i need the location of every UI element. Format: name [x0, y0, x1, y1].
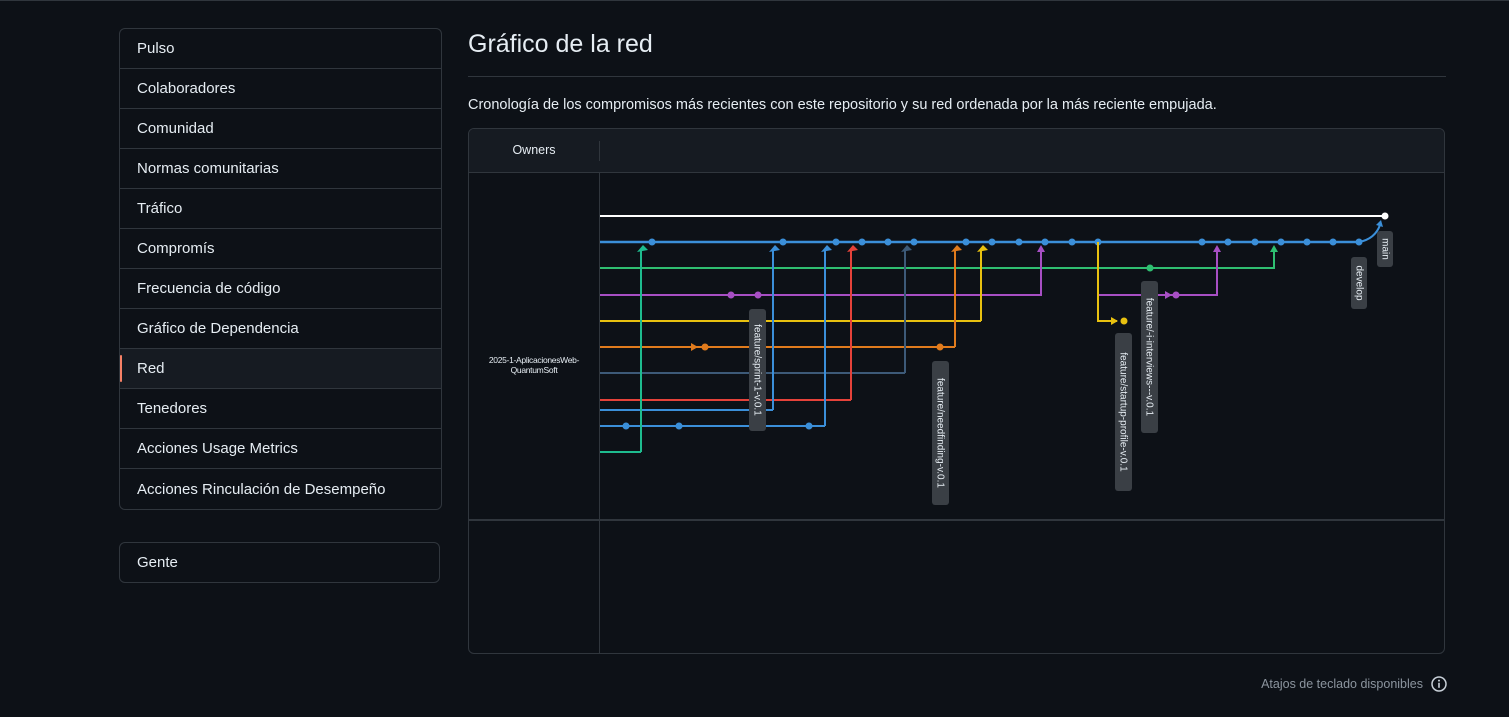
menu-item-pulso[interactable]: Pulso [120, 29, 441, 69]
branch-orange [600, 245, 962, 351]
branch-main [600, 212, 1389, 220]
keyboard-shortcuts[interactable]: Atajos de teclado disponibles [1261, 676, 1447, 692]
menu-item-frecuencia-codigo[interactable]: Frecuencia de código [120, 269, 441, 309]
info-icon[interactable] [1431, 676, 1447, 692]
branch-purple [600, 242, 1221, 299]
network-graph[interactable]: Owners 2025-1-AplicacionesWeb-QuantumSof… [468, 128, 1445, 654]
tag-sprint[interactable]: feature/sprint-1-v.0.1 [749, 309, 766, 431]
menu-item-acciones-rinculacion[interactable]: Acciones Rinculación de Desempeño [120, 469, 441, 509]
menu-item-compromis[interactable]: Compromís [120, 229, 441, 269]
title-divider [468, 76, 1446, 77]
page-description: Cronología de los compromisos más recien… [468, 97, 1217, 113]
branch-graph: main develop feature/sprint-1-v.0.1 feat… [600, 212, 1393, 505]
tag-main[interactable]: main [1377, 231, 1393, 267]
insights-menu: Pulso Colaboradores Comunidad Normas com… [119, 28, 442, 510]
menu-item-tenedores[interactable]: Tenedores [120, 389, 441, 429]
menu-item-acciones-usage-metrics[interactable]: Acciones Usage Metrics [120, 429, 441, 469]
tag-needfinding-text: feature/needfinding-v.0.1 [934, 378, 945, 488]
menu-item-grafico-dependencia[interactable]: Gráfico de Dependencia [120, 309, 441, 349]
tag-startup[interactable]: feature/startup-profile-v.0.1 [1115, 333, 1132, 491]
branch-green [600, 245, 1278, 272]
tag-main-text: main [1379, 238, 1390, 260]
menu-item-gente[interactable]: Gente [119, 542, 440, 583]
branch-yellow [600, 242, 1128, 325]
tag-sprint-text: feature/sprint-1-v.0.1 [751, 324, 762, 416]
tag-develop-text: develop [1353, 265, 1364, 300]
tag-interviews[interactable]: feature/-i-interviews---v.0.1 [1141, 281, 1158, 433]
menu-item-comunidad[interactable]: Comunidad [120, 109, 441, 149]
tag-develop[interactable]: develop [1351, 257, 1367, 309]
page-title: Gráfico de la red [468, 30, 653, 58]
branch-teal [600, 245, 648, 453]
tag-startup-text: feature/startup-profile-v.0.1 [1117, 352, 1128, 472]
menu-item-colaboradores[interactable]: Colaboradores [120, 69, 441, 109]
tag-needfinding[interactable]: feature/needfinding-v.0.1 [932, 361, 949, 505]
branch-develop [600, 220, 1383, 246]
branch-blue-2 [600, 245, 832, 430]
top-divider [0, 0, 1509, 1]
menu-item-trafico[interactable]: Tráfico [120, 189, 441, 229]
menu-item-red[interactable]: Red [120, 349, 441, 389]
tag-interviews-text: feature/-i-interviews---v.0.1 [1143, 298, 1154, 417]
keyboard-shortcuts-label: Atajos de teclado disponibles [1261, 677, 1423, 691]
menu-item-normas-comunitarias[interactable]: Normas comunitarias [120, 149, 441, 189]
